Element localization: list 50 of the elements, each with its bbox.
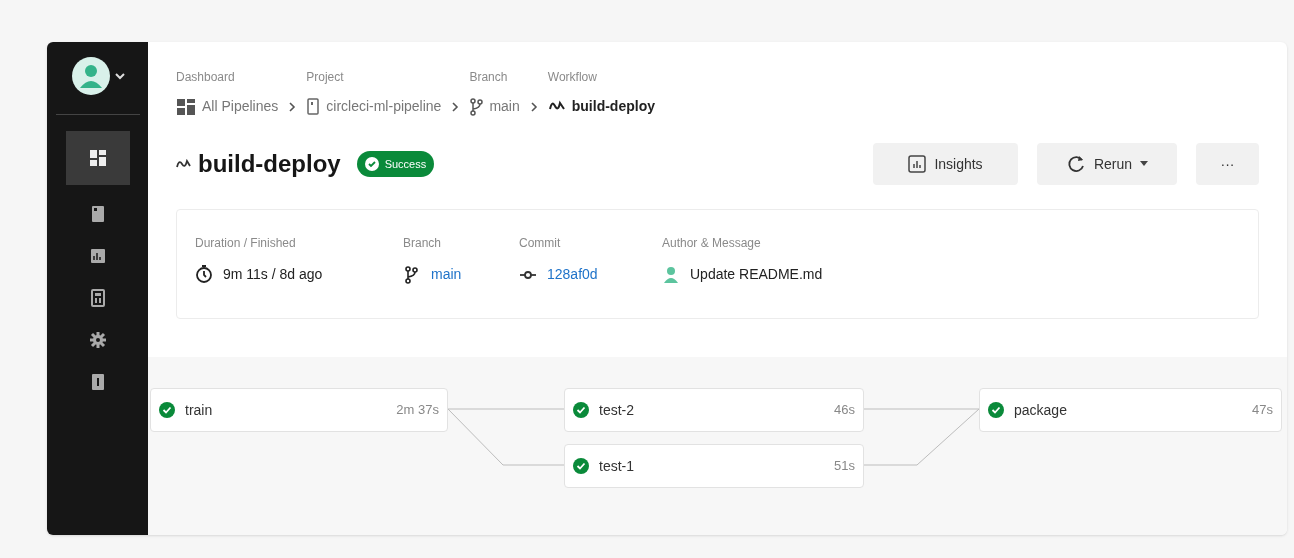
job-name: package [1014, 400, 1067, 420]
job-duration: 47s [1252, 401, 1273, 420]
job-name: train [185, 400, 213, 420]
caret-icon [1140, 161, 1149, 167]
detail-label: Commit [519, 235, 562, 252]
job-name: test-1 [599, 456, 634, 476]
breadcrumb-link[interactable]: build-deploy [571, 96, 655, 117]
chevron-right-icon [529, 101, 538, 113]
detail-label: Author & Message [662, 235, 762, 252]
status-badge: Success [356, 151, 435, 177]
detail-link[interactable]: 128af0d [547, 264, 598, 285]
settings-icon [87, 330, 108, 350]
rerun-button[interactable]: Rerun [1037, 143, 1177, 185]
job-node[interactable]: test-2 46s [564, 388, 864, 432]
job-duration: 46s [834, 401, 855, 420]
detail-value: 9m 11s / 8d ago [223, 265, 323, 284]
branch-icon [469, 96, 484, 117]
breadcrumb-label: Project [306, 69, 345, 86]
breadcrumb-link[interactable]: main [489, 96, 520, 117]
breadcrumb-label: Dashboard [176, 69, 236, 86]
chart-icon [908, 155, 927, 173]
org-avatar-icon[interactable] [70, 56, 111, 96]
avatar-icon [662, 264, 680, 285]
more-button[interactable]: ··· [1196, 143, 1259, 185]
chevron-right-icon [288, 101, 297, 113]
breadcrumb-link[interactable]: All Pipelines [202, 96, 279, 117]
workflow-title: build-deploy [198, 149, 341, 179]
check-circle-icon [364, 157, 379, 171]
detail-label: Duration / Finished [195, 235, 297, 252]
dashboard-icon [87, 148, 108, 168]
chevron-down-icon[interactable] [114, 72, 125, 80]
breadcrumb-link[interactable]: circleci-ml-pipeline [326, 96, 442, 117]
breadcrumb-label: Branch [469, 69, 509, 86]
grid-icon [176, 96, 196, 117]
sidebar-item[interactable] [65, 131, 130, 185]
detail-value: Update README.md [690, 265, 823, 284]
detail-link[interactable]: main [431, 264, 462, 285]
job-node[interactable]: test-1 51s [564, 444, 864, 488]
stopwatch-icon [195, 264, 213, 285]
job-node[interactable]: package 47s [979, 388, 1282, 432]
branch-icon [403, 264, 421, 285]
job-node[interactable]: train 2m 37s [150, 388, 448, 432]
chevron-right-icon [451, 101, 460, 113]
job-name: test-2 [599, 400, 634, 420]
job-duration: 51s [834, 457, 855, 476]
detail-label: Branch [403, 235, 443, 252]
document-icon [306, 96, 321, 117]
insights-button[interactable]: Insights [873, 143, 1018, 185]
job-duration: 2m 37s [396, 401, 439, 420]
breadcrumb-label: Workflow [547, 69, 598, 86]
